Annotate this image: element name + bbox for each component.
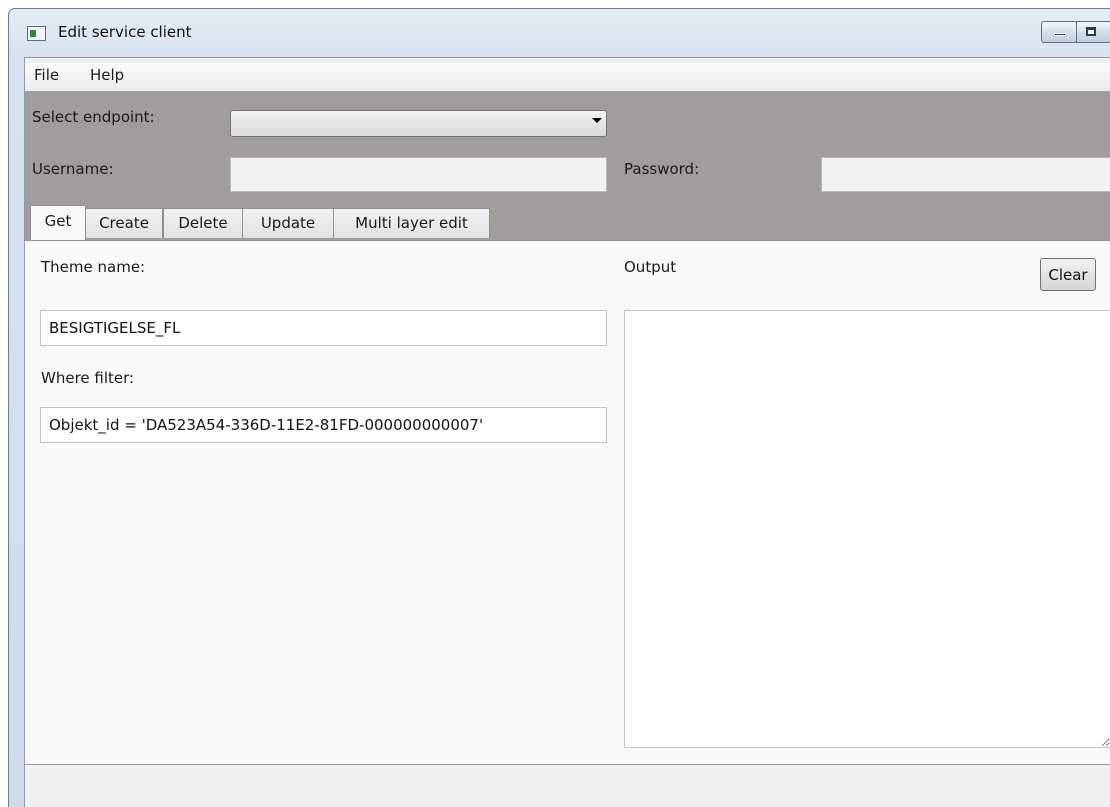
status-bar xyxy=(25,764,1110,807)
clear-button[interactable]: Clear xyxy=(1040,258,1096,291)
username-field[interactable] xyxy=(230,157,607,192)
password-field[interactable] xyxy=(821,157,1110,192)
window-title: Edit service client xyxy=(58,23,192,41)
minimize-icon[interactable] xyxy=(1041,21,1077,43)
theme-name-field[interactable] xyxy=(40,310,607,346)
tab-multi-layer-edit[interactable]: Multi layer edit xyxy=(333,208,490,238)
app-window-icon[interactable] xyxy=(27,26,46,41)
output-textarea[interactable] xyxy=(624,310,1110,748)
menu-help[interactable]: Help xyxy=(86,66,128,84)
menu-bar xyxy=(25,63,1110,91)
password-label: Password: xyxy=(624,160,700,178)
chevron-down-icon[interactable] xyxy=(592,118,602,123)
tab-update[interactable]: Update xyxy=(242,208,334,238)
output-label: Output xyxy=(624,258,677,276)
menu-file[interactable]: File xyxy=(30,66,63,84)
theme-name-label: Theme name: xyxy=(41,258,146,276)
endpoint-label: Select endpoint: xyxy=(32,108,155,126)
where-filter-field[interactable] xyxy=(40,407,607,443)
username-label: Username: xyxy=(32,160,114,178)
where-filter-label: Where filter: xyxy=(41,369,135,387)
tab-delete[interactable]: Delete xyxy=(163,208,243,238)
maximize-icon[interactable] xyxy=(1076,21,1110,43)
tab-get[interactable]: Get xyxy=(30,205,86,240)
tab-create[interactable]: Create xyxy=(85,208,163,238)
endpoint-dropdown[interactable] xyxy=(230,110,607,137)
